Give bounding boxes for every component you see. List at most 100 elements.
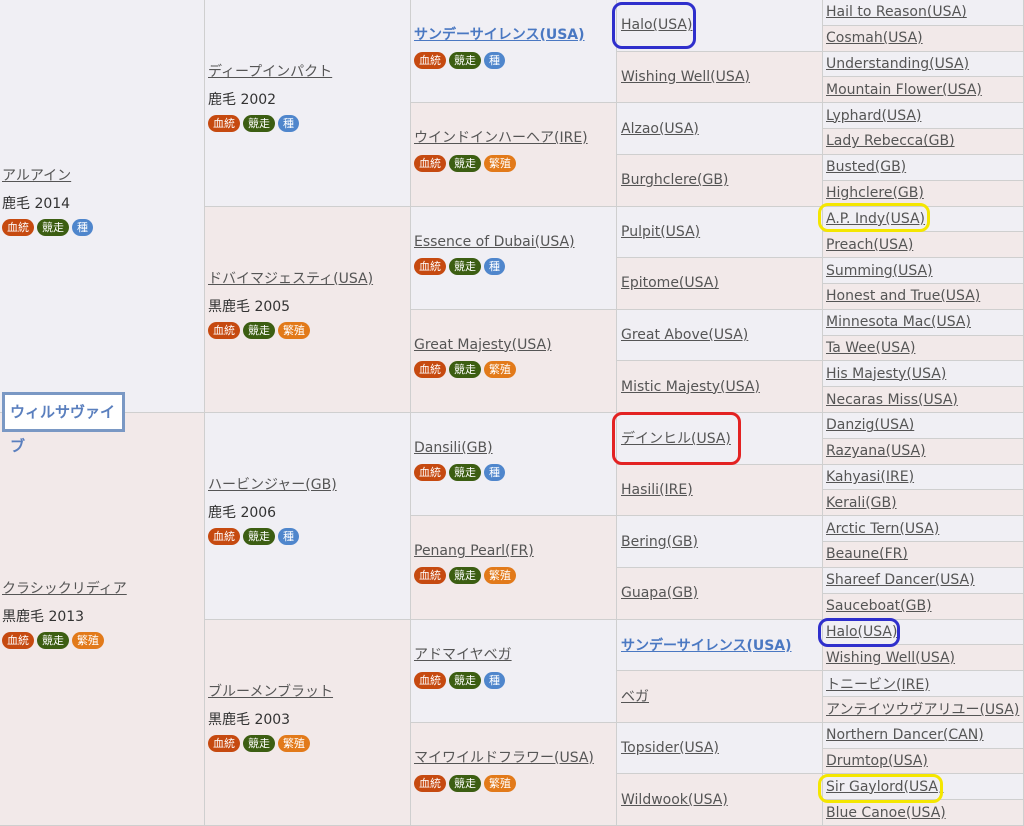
horse-link[interactable]: Arctic Tern(USA): [826, 521, 939, 537]
horse-link[interactable]: Blue Canoe(USA): [826, 805, 946, 821]
badge-race[interactable]: 競走: [449, 671, 481, 689]
horse-link[interactable]: Pulpit(USA): [621, 224, 700, 240]
badge-race[interactable]: 競走: [243, 321, 275, 339]
horse-link[interactable]: Lady Rebecca(GB): [826, 133, 955, 149]
horse-link[interactable]: Mistic Majesty(USA): [621, 379, 760, 395]
horse-link[interactable]: ディープインパクト: [208, 64, 332, 80]
badge-race[interactable]: 競走: [243, 115, 275, 132]
horse-link[interactable]: マイワイルドフラワー(USA): [414, 750, 594, 766]
horse-link[interactable]: Halo(USA): [826, 624, 897, 640]
horse-link[interactable]: クラシックリディア: [2, 581, 127, 597]
selected-horse-box[interactable]: ウィルサヴァイブ: [2, 392, 125, 455]
badge-race[interactable]: 競走: [243, 734, 275, 752]
horse-link[interactable]: Halo(USA): [621, 17, 692, 33]
badge-breed[interactable]: 繁殖: [484, 567, 516, 585]
horse-link[interactable]: Alzao(USA): [621, 121, 699, 137]
horse-link[interactable]: ブルーメンブラット: [208, 684, 333, 700]
badge-blood[interactable]: 血統: [414, 774, 446, 792]
badge-race[interactable]: 競走: [37, 632, 69, 649]
horse-link[interactable]: Sauceboat(GB): [826, 598, 932, 614]
badge-breed[interactable]: 繁殖: [72, 632, 104, 649]
horse-link[interactable]: Wildwook(USA): [621, 792, 728, 808]
horse-link[interactable]: トニービン(IRE): [826, 674, 930, 694]
badge-sire[interactable]: 種: [278, 528, 299, 545]
horse-link[interactable]: Ta Wee(USA): [826, 340, 915, 356]
badge-race[interactable]: 競走: [449, 360, 481, 378]
badge-blood[interactable]: 血統: [414, 360, 446, 378]
horse-link[interactable]: Great Majesty(USA): [414, 337, 552, 353]
horse-link[interactable]: ドバイマジェスティ(USA): [208, 271, 373, 287]
horse-link[interactable]: Cosmah(USA): [826, 30, 923, 46]
horse-link[interactable]: A.P. Indy(USA): [826, 211, 925, 227]
badge-sire[interactable]: 種: [484, 257, 505, 275]
horse-link[interactable]: Topsider(USA): [621, 740, 719, 756]
badge-race[interactable]: 競走: [449, 155, 481, 173]
horse-link[interactable]: His Majesty(USA): [826, 366, 946, 382]
horse-link[interactable]: Minnesota Mac(USA): [826, 314, 971, 330]
horse-link[interactable]: Preach(USA): [826, 237, 913, 253]
horse-link[interactable]: Hail to Reason(USA): [826, 4, 967, 20]
badge-sire[interactable]: 種: [484, 464, 505, 481]
badge-breed[interactable]: 繁殖: [278, 321, 310, 339]
badge-blood[interactable]: 血統: [208, 115, 240, 132]
badge-race[interactable]: 競走: [449, 52, 481, 69]
badge-blood[interactable]: 血統: [208, 734, 240, 752]
horse-link[interactable]: Shareef Dancer(USA): [826, 572, 975, 588]
horse-link[interactable]: Kahyasi(IRE): [826, 469, 914, 485]
horse-link[interactable]: ベガ: [621, 686, 649, 706]
horse-link[interactable]: アンテイツウヴアリユー(USA): [826, 699, 1019, 719]
horse-link[interactable]: Necaras Miss(USA): [826, 392, 958, 408]
badge-blood[interactable]: 血統: [414, 155, 446, 173]
horse-link[interactable]: Lyphard(USA): [826, 108, 921, 124]
badge-sire[interactable]: 種: [484, 52, 505, 69]
badge-breed[interactable]: 繁殖: [484, 155, 516, 173]
badge-blood[interactable]: 血統: [414, 567, 446, 585]
badge-race[interactable]: 競走: [449, 567, 481, 585]
badge-blood[interactable]: 血統: [414, 464, 446, 481]
horse-link[interactable]: Razyana(USA): [826, 443, 926, 459]
badge-blood[interactable]: 血統: [414, 671, 446, 689]
horse-link[interactable]: アドマイヤベガ: [414, 647, 512, 663]
horse-link[interactable]: Beaune(FR): [826, 546, 908, 562]
horse-link[interactable]: Sir Gaylord(USA): [826, 779, 943, 795]
badge-blood[interactable]: 血統: [208, 528, 240, 545]
horse-link[interactable]: Epitome(USA): [621, 275, 719, 291]
horse-link[interactable]: Essence of Dubai(USA): [414, 234, 575, 250]
badge-sire[interactable]: 種: [72, 219, 93, 236]
horse-link[interactable]: Understanding(USA): [826, 56, 969, 72]
horse-link[interactable]: Drumtop(USA): [826, 753, 928, 769]
badge-race[interactable]: 競走: [37, 219, 69, 236]
horse-link[interactable]: ウインドインハーヘア(IRE): [414, 130, 588, 146]
badge-breed[interactable]: 繁殖: [484, 360, 516, 378]
horse-link[interactable]: デインヒル(USA): [621, 428, 731, 448]
badge-race[interactable]: 競走: [449, 257, 481, 275]
horse-link[interactable]: Highclere(GB): [826, 185, 924, 201]
badge-race[interactable]: 競走: [243, 528, 275, 545]
horse-link[interactable]: Great Above(USA): [621, 327, 748, 343]
horse-link[interactable]: Danzig(USA): [826, 417, 914, 433]
horse-link[interactable]: Dansili(GB): [414, 440, 493, 456]
horse-link[interactable]: Mountain Flower(USA): [826, 82, 982, 98]
badge-blood[interactable]: 血統: [414, 257, 446, 275]
badge-blood[interactable]: 血統: [208, 321, 240, 339]
horse-link[interactable]: アルアイン: [2, 168, 71, 184]
horse-link[interactable]: サンデーサイレンス(USA): [414, 27, 585, 43]
badge-sire[interactable]: 種: [484, 671, 505, 689]
horse-link[interactable]: Wishing Well(USA): [621, 69, 750, 85]
horse-link[interactable]: Burghclere(GB): [621, 172, 728, 188]
horse-link[interactable]: Summing(USA): [826, 263, 933, 279]
badge-breed[interactable]: 繁殖: [278, 734, 310, 752]
badge-blood[interactable]: 血統: [2, 632, 34, 649]
badge-race[interactable]: 競走: [449, 464, 481, 481]
horse-link[interactable]: Penang Pearl(FR): [414, 543, 534, 559]
horse-link[interactable]: Honest and True(USA): [826, 288, 980, 304]
horse-link[interactable]: Wishing Well(USA): [826, 650, 955, 666]
badge-race[interactable]: 競走: [449, 774, 481, 792]
badge-blood[interactable]: 血統: [2, 219, 34, 236]
horse-link[interactable]: ハービンジャー(GB): [208, 477, 337, 493]
badge-breed[interactable]: 繁殖: [484, 774, 516, 792]
horse-link[interactable]: Kerali(GB): [826, 495, 897, 511]
horse-link[interactable]: Hasili(IRE): [621, 482, 693, 498]
horse-link[interactable]: サンデーサイレンス(USA): [621, 635, 792, 655]
badge-blood[interactable]: 血統: [414, 52, 446, 69]
